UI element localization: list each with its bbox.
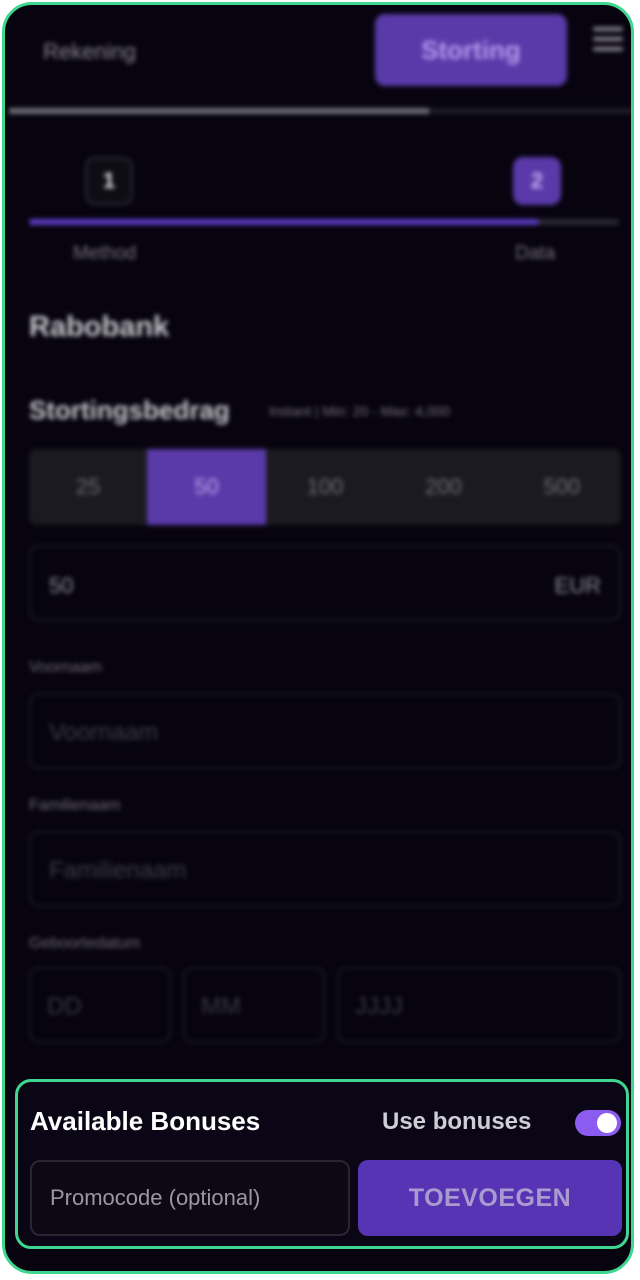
deposit-button[interactable]: Storting xyxy=(375,14,567,86)
app-frame: Rekening Storting 1 2 Method Data Raboba… xyxy=(2,2,634,1274)
last-name-label: Familienaam xyxy=(29,797,121,814)
steps-progress-fill xyxy=(29,219,539,225)
payment-method-title: Rabobank xyxy=(29,311,170,343)
amount-value: 50 xyxy=(49,573,74,598)
step-2-label: Data xyxy=(515,243,556,264)
dob-month-field[interactable]: MM xyxy=(183,967,325,1043)
last-name-field[interactable]: Familienaam xyxy=(29,831,621,907)
amount-option-50[interactable]: 50 xyxy=(147,449,266,525)
promocode-input[interactable] xyxy=(30,1160,350,1236)
currency-label: EUR xyxy=(554,573,601,598)
step-2-badge[interactable]: 2 xyxy=(513,157,561,205)
step-1-label: Method xyxy=(73,243,137,264)
amount-option-25[interactable]: 25 xyxy=(29,449,147,525)
dob-day-placeholder: DD xyxy=(47,993,82,1020)
step-1-badge[interactable]: 1 xyxy=(85,157,133,205)
bonus-title: Available Bonuses xyxy=(30,1106,261,1136)
toggle-knob xyxy=(597,1113,617,1133)
dob-day-field[interactable]: DD xyxy=(29,967,171,1043)
amount-input[interactable]: 50 EUR xyxy=(29,545,621,621)
amount-option-200[interactable]: 200 xyxy=(384,449,502,525)
first-name-placeholder: Voornaam xyxy=(49,719,159,746)
hamburger-menu-icon[interactable] xyxy=(593,27,623,59)
bonus-panel: Available Bonuses Use bonuses TOEVOEGEN xyxy=(15,1079,629,1249)
dob-year-placeholder: JJJJ xyxy=(355,993,403,1020)
use-bonuses-toggle[interactable] xyxy=(575,1110,621,1136)
first-name-field[interactable]: Voornaam xyxy=(29,693,621,769)
amount-title: Stortingsbedrag xyxy=(29,395,230,425)
top-progress-fill xyxy=(9,108,429,114)
last-name-placeholder: Familienaam xyxy=(49,857,187,884)
dob-label: Geboortedatum xyxy=(29,935,141,952)
dob-month-placeholder: MM xyxy=(201,993,241,1020)
add-promocode-button[interactable]: TOEVOEGEN xyxy=(358,1160,622,1236)
account-tab[interactable]: Rekening xyxy=(43,39,136,65)
amount-option-500[interactable]: 500 xyxy=(503,449,621,525)
first-name-label: Voornaam xyxy=(29,659,102,676)
amount-options: 25 50 100 200 500 xyxy=(29,449,621,525)
amount-option-100[interactable]: 100 xyxy=(266,449,384,525)
use-bonuses-label: Use bonuses xyxy=(382,1108,532,1135)
amount-limits: Instant | Min: 20 - Max: 4,000 xyxy=(269,403,451,419)
dob-year-field[interactable]: JJJJ xyxy=(337,967,621,1043)
